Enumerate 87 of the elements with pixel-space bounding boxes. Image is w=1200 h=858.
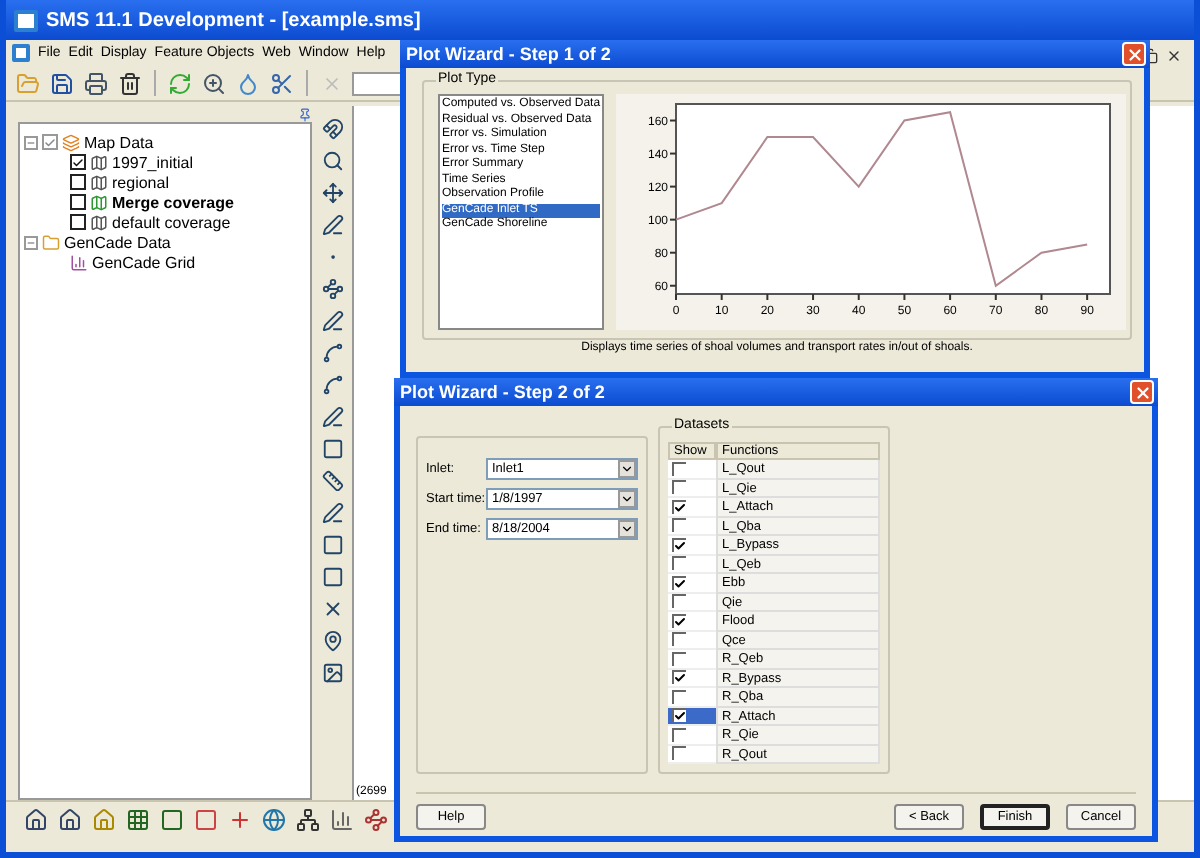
show-checkbox[interactable] — [672, 537, 686, 552]
square-icon[interactable] — [318, 530, 346, 558]
dialog-title: Plot Wizard - Step 1 of 2 — [406, 44, 611, 64]
show-checkbox[interactable] — [672, 689, 686, 704]
magnet-icon[interactable] — [318, 114, 346, 142]
pen-icon[interactable] — [318, 210, 346, 238]
pen-icon[interactable] — [318, 306, 346, 334]
show-checkbox[interactable] — [672, 613, 686, 628]
show-checkbox[interactable] — [672, 518, 686, 533]
layer-checkbox[interactable] — [70, 174, 86, 190]
tree-item[interactable]: regional — [112, 173, 169, 191]
curve-icon[interactable] — [318, 370, 346, 398]
dialog-title: Plot Wizard - Step 2 of 2 — [400, 382, 605, 402]
dropdown-icon — [618, 460, 636, 478]
close-button[interactable] — [1122, 42, 1146, 66]
search-icon[interactable] — [318, 146, 346, 174]
window-title: SMS 11.1 Development - [example.sms] — [46, 9, 421, 31]
show-checkbox[interactable] — [672, 556, 686, 571]
close-button[interactable] — [1130, 380, 1154, 404]
tree-item[interactable]: 1997_initial — [112, 153, 193, 171]
save-icon[interactable] — [48, 69, 76, 97]
close-icon — [1125, 45, 1143, 63]
app-icon — [14, 9, 38, 31]
show-checkbox[interactable] — [672, 594, 686, 609]
show-checkbox[interactable] — [672, 708, 686, 723]
layer-checkbox[interactable] — [70, 194, 86, 210]
house-icon[interactable] — [22, 805, 50, 833]
map-icon — [90, 173, 108, 191]
show-cell[interactable] — [668, 536, 716, 555]
house-icon[interactable] — [56, 805, 84, 833]
tree-item[interactable]: GenCade Data — [64, 233, 171, 251]
droplet-icon[interactable] — [234, 69, 262, 97]
show-checkbox[interactable] — [672, 632, 686, 647]
show-cell[interactable] — [668, 612, 716, 631]
tree-item[interactable]: Map Data — [84, 133, 154, 151]
layer-checkbox[interactable] — [42, 134, 58, 150]
network-icon[interactable] — [294, 805, 322, 833]
globe-icon[interactable] — [260, 805, 288, 833]
show-cell[interactable] — [668, 650, 716, 669]
trash-icon[interactable] — [116, 69, 144, 97]
dropdown-icon — [618, 490, 636, 508]
show-checkbox[interactable] — [672, 499, 686, 514]
show-cell[interactable] — [668, 688, 716, 707]
show-cell[interactable] — [668, 498, 716, 517]
dropdown-icon — [618, 520, 636, 538]
show-checkbox[interactable] — [672, 746, 686, 761]
expander-icon[interactable] — [24, 135, 38, 149]
show-checkbox[interactable] — [672, 575, 686, 590]
map-icon — [90, 213, 108, 231]
expander-icon[interactable] — [24, 235, 38, 249]
ruler-icon[interactable] — [318, 466, 346, 494]
show-checkbox[interactable] — [672, 651, 686, 666]
tree-item[interactable]: Merge coverage — [112, 193, 234, 211]
layer-checkbox[interactable] — [70, 214, 86, 230]
layers-icon — [62, 133, 80, 151]
document-icon — [12, 44, 30, 62]
move-icon[interactable] — [318, 178, 346, 206]
close-icon — [1133, 383, 1151, 401]
square-icon[interactable] — [192, 805, 220, 833]
square-icon[interactable] — [158, 805, 186, 833]
square-icon[interactable] — [318, 562, 346, 590]
show-checkbox[interactable] — [672, 480, 686, 495]
square-icon[interactable] — [318, 434, 346, 462]
show-cell[interactable] — [668, 574, 716, 593]
scissors-icon[interactable] — [268, 69, 296, 97]
pen-icon[interactable] — [318, 498, 346, 526]
curve-icon[interactable] — [318, 338, 346, 366]
pin-icon[interactable] — [298, 107, 312, 121]
waypoints-icon[interactable] — [318, 274, 346, 302]
map-icon — [90, 153, 108, 171]
tree-item[interactable]: GenCade Grid — [92, 253, 196, 271]
show-checkbox[interactable] — [672, 670, 686, 685]
show-checkbox[interactable] — [672, 727, 686, 742]
close-icon[interactable] — [1166, 48, 1182, 64]
chart-icon[interactable] — [328, 805, 356, 833]
show-checkbox[interactable] — [672, 461, 686, 476]
pen-icon[interactable] — [318, 402, 346, 430]
show-cell[interactable] — [668, 726, 716, 745]
folder-icon — [42, 233, 60, 251]
printer-icon[interactable] — [82, 69, 110, 97]
waypoints-icon[interactable] — [362, 805, 390, 833]
image-icon[interactable] — [318, 658, 346, 686]
layer-checkbox[interactable] — [70, 154, 86, 170]
map-icon — [90, 193, 108, 211]
show-cell[interactable] — [668, 460, 716, 479]
zoom-icon[interactable] — [200, 69, 228, 97]
tree-item[interactable]: default coverage — [112, 213, 231, 231]
